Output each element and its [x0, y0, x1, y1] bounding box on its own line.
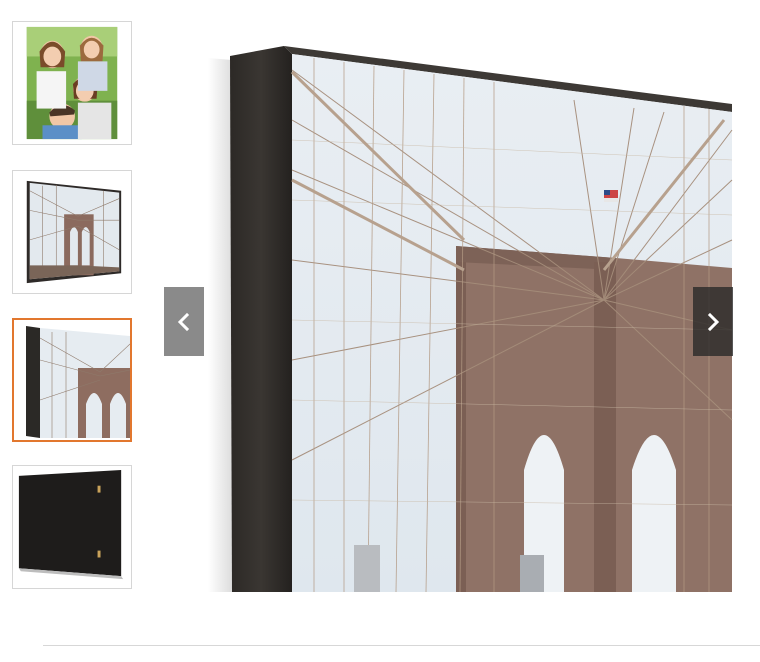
bridge-canvas-image: [164, 0, 760, 640]
thumbnail-bridge-panel-edge[interactable]: [12, 318, 132, 442]
section-divider: [43, 645, 760, 646]
thumbnail-family-photo[interactable]: [12, 21, 132, 145]
thumbnail-panel-back[interactable]: [12, 465, 132, 589]
panel-back-image: [13, 466, 131, 588]
next-image-button[interactable]: [693, 287, 733, 356]
bridge-angle-image: [13, 171, 131, 293]
chevron-left-icon: [177, 312, 190, 331]
main-image-viewer: [164, 0, 760, 640]
chevron-right-icon: [707, 312, 720, 331]
thumbnail-bridge-panel-angle[interactable]: [12, 170, 132, 294]
bridge-edge-image: [14, 320, 130, 440]
family-photo-image: [13, 22, 131, 144]
previous-image-button[interactable]: [164, 287, 204, 356]
